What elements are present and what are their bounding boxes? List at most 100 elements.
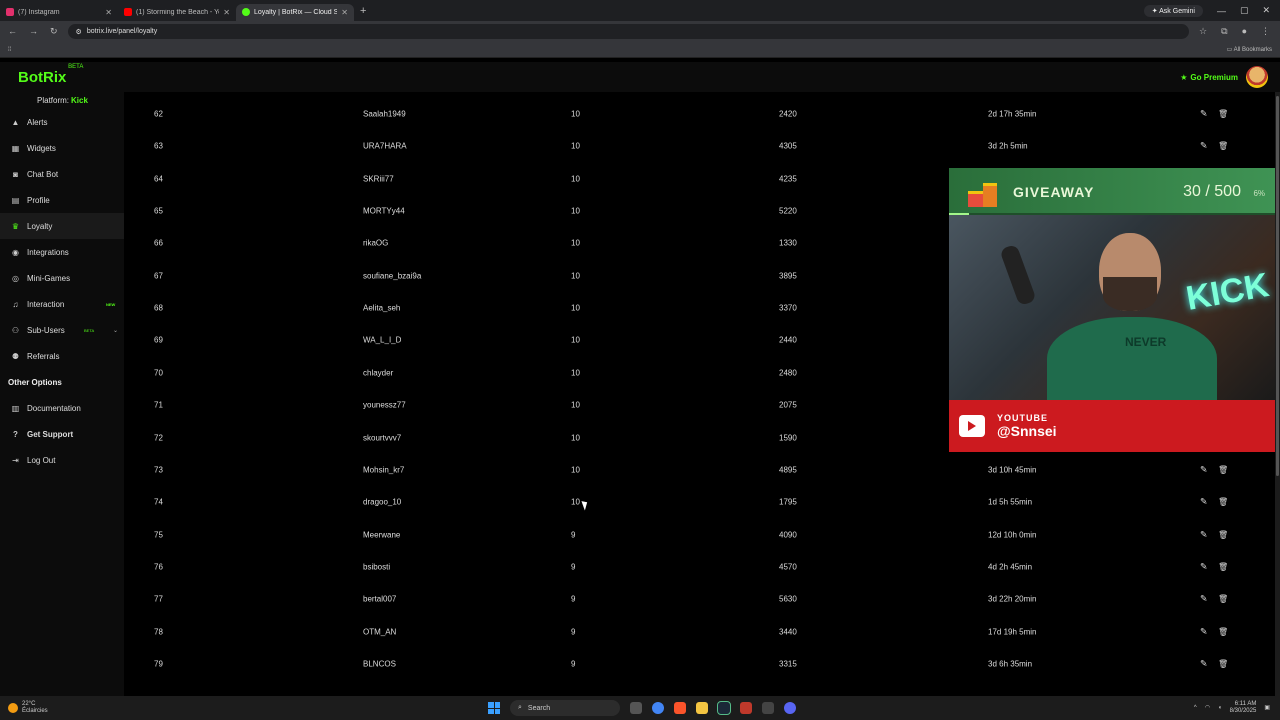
profile-icon[interactable]: ● (1242, 26, 1247, 37)
edit-icon[interactable]: ✎ (1200, 464, 1208, 475)
app-icon[interactable] (762, 702, 774, 714)
taskbar-search[interactable]: ⌕ Search (510, 700, 620, 716)
calendar-icon[interactable] (740, 702, 752, 714)
sidebar-item-chat-bot[interactable]: ◙ Chat Bot (0, 161, 124, 187)
new-tab-button[interactable]: + (360, 5, 366, 17)
delete-icon[interactable]: 🗑 (1218, 562, 1228, 571)
close-icon[interactable]: ✕ (105, 8, 112, 17)
apps-icon[interactable]: ⁞⁞ (8, 47, 11, 53)
edit-icon[interactable]: ✎ (1200, 658, 1208, 669)
question-icon: ? (13, 429, 18, 439)
sidebar-item-profile[interactable]: ▤ Profile (0, 187, 124, 213)
sidebar-item-loyalty[interactable]: ♛ Loyalty (0, 213, 124, 239)
delete-icon[interactable]: 🗑 (1218, 530, 1228, 539)
forward-icon[interactable]: → (29, 26, 38, 37)
task-view-icon[interactable] (630, 702, 642, 714)
cell-user: BLNCOS (363, 659, 396, 669)
go-premium-label: Go Premium (1190, 72, 1238, 82)
edit-icon[interactable]: ✎ (1200, 141, 1208, 152)
edit-icon[interactable]: ✎ (1200, 109, 1208, 120)
cell-rank: 63 (154, 141, 163, 151)
delete-icon[interactable]: 🗑 (1218, 659, 1228, 668)
sidebar-item-label: Loyalty (27, 221, 53, 231)
giveaway-percent: 6% (1253, 188, 1265, 198)
sidebar-item-alerts[interactable]: ▲ Alerts (0, 109, 124, 135)
tab-youtube[interactable]: (1) Storming the Beach - YouTube ✕ (118, 4, 236, 21)
close-icon[interactable]: ✕ (223, 8, 230, 17)
beta-badge: BETA (68, 63, 84, 70)
restore-icon[interactable]: ▢ (1240, 5, 1249, 16)
sidebar-item-referrals[interactable]: ⚉ Referrals (0, 343, 124, 369)
sidebar-item-get-support[interactable]: ? Get Support (0, 421, 124, 447)
delete-icon[interactable]: 🗑 (1218, 595, 1228, 604)
sidebar-item-sub-users[interactable]: ⚇ Sub-Users BETA ⌄ (0, 317, 124, 343)
tray-chevron-icon[interactable]: ^ (1194, 705, 1197, 712)
delete-icon[interactable]: 🗑 (1218, 110, 1228, 119)
cell-level: 9 (571, 627, 576, 637)
stream-overlay: GIVEAWAY 30 / 500 6% KICK NEVER YOUTUBE … (949, 168, 1275, 452)
chrome-icon[interactable] (652, 702, 664, 714)
edit-icon[interactable]: ✎ (1200, 626, 1208, 637)
steam-icon[interactable] (717, 701, 731, 715)
chevron-down-icon[interactable]: ⌄ (113, 327, 118, 334)
sidebar-item-integrations[interactable]: ◉ Integrations (0, 239, 124, 265)
cell-user: younessz77 (363, 400, 406, 410)
discord-icon[interactable] (784, 702, 796, 714)
delete-icon[interactable]: 🗑 (1218, 465, 1228, 474)
cell-points: 2480 (779, 368, 797, 378)
star-icon[interactable]: ☆ (1199, 26, 1207, 37)
cell-watchtime: 4d 2h 45min (988, 562, 1033, 572)
sidebar-item-log-out[interactable]: ⇥ Log Out (0, 447, 124, 473)
menu-icon[interactable]: ⋮ (1261, 26, 1270, 37)
minimize-icon[interactable]: — (1217, 6, 1226, 16)
sidebar-item-label: Referrals (27, 351, 60, 361)
close-icon[interactable]: ✕ (341, 8, 348, 17)
volume-icon[interactable]: ◖ (1218, 705, 1222, 712)
table-row: 74 dragoo_10 10 1795 1d 5h 55min ✎ 🗑 (124, 486, 1275, 518)
cell-watchtime: 3d 10h 45min (988, 465, 1037, 475)
reload-icon[interactable]: ↻ (50, 26, 58, 37)
windows-start-icon[interactable] (488, 702, 500, 714)
tab-botrix[interactable]: Loyalty | BotRix — Cloud Stream ✕ (236, 3, 354, 21)
clock-time: 6:11 AM (1234, 701, 1257, 707)
extensions-icon[interactable]: ⧉ (1221, 26, 1227, 37)
all-bookmarks[interactable]: ▭ All Bookmarks (1227, 46, 1272, 53)
botrix-logo[interactable]: BotRix BETA (18, 64, 83, 86)
sidebar-item-widgets[interactable]: ▦ Widgets (0, 135, 124, 161)
avatar[interactable] (1246, 66, 1268, 88)
brave-icon[interactable] (674, 702, 686, 714)
sidebar-item-documentation[interactable]: ▥ Documentation (0, 395, 124, 421)
id-card-icon: ▤ (11, 195, 20, 205)
cell-level: 10 (571, 206, 580, 216)
scrollbar-thumb[interactable] (1276, 96, 1279, 476)
file-explorer-icon[interactable] (696, 702, 708, 714)
page-scrollbar[interactable] (1275, 92, 1280, 696)
delete-icon[interactable]: 🗑 (1218, 498, 1228, 507)
edit-icon[interactable]: ✎ (1200, 497, 1208, 508)
cell-level: 9 (571, 659, 576, 669)
tab-instagram[interactable]: (7) Instagram ✕ (0, 4, 118, 21)
cell-watchtime: 3d 22h 20min (988, 594, 1037, 604)
app-header: BotRix BETA ★ Go Premium (0, 62, 1280, 92)
weather-widget[interactable]: 22°C Éclaircies (0, 701, 48, 715)
ask-gemini-button[interactable]: ✦ Ask Gemini (1143, 4, 1203, 17)
url-field[interactable]: ⚙ botrix.live/panel/loyalty (67, 24, 1190, 39)
site-info-icon[interactable]: ⚙ (76, 28, 82, 36)
edit-icon[interactable]: ✎ (1200, 561, 1208, 572)
close-window-icon[interactable]: ✕ (1262, 5, 1270, 16)
sidebar-item-mini-games[interactable]: ◎ Mini-Games (0, 265, 124, 291)
sidebar-item-interaction[interactable]: ♫ Interaction NEW (0, 291, 124, 317)
wifi-icon[interactable]: ◠ (1205, 705, 1210, 712)
go-premium-button[interactable]: ★ Go Premium (1180, 73, 1238, 82)
edit-icon[interactable]: ✎ (1200, 594, 1208, 605)
delete-icon[interactable]: 🗑 (1218, 142, 1228, 151)
cell-watchtime: 2d 17h 35min (988, 109, 1037, 119)
delete-icon[interactable]: 🗑 (1218, 627, 1228, 636)
back-icon[interactable]: ← (8, 26, 17, 37)
cell-user: Meerwane (363, 530, 401, 540)
cell-points: 2075 (779, 400, 797, 410)
notification-icon[interactable]: ▣ (1264, 705, 1270, 712)
edit-icon[interactable]: ✎ (1200, 529, 1208, 540)
cell-rank: 66 (154, 238, 163, 248)
all-bookmarks-label: All Bookmarks (1233, 47, 1272, 53)
